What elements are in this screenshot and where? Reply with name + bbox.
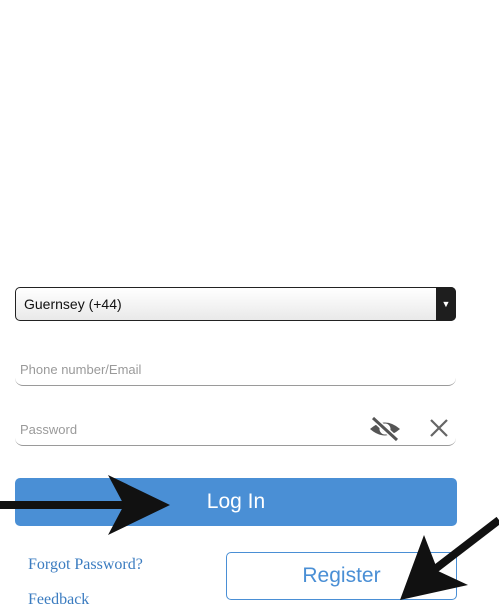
eye-slash-icon[interactable] (368, 416, 402, 442)
password-field[interactable] (15, 410, 456, 446)
phone-email-field[interactable] (15, 350, 456, 386)
login-button[interactable]: Log In (15, 478, 457, 526)
register-button[interactable]: Register (226, 552, 457, 600)
phone-email-input[interactable] (18, 361, 352, 378)
password-input[interactable] (18, 421, 352, 438)
country-code-select[interactable]: Guernsey (+44) ▼ (15, 287, 456, 321)
close-icon[interactable] (426, 415, 452, 441)
dropdown-arrow-icon[interactable]: ▼ (436, 287, 456, 321)
country-code-value: Guernsey (+44) (24, 296, 122, 312)
forgot-password-link[interactable]: Forgot Password? (28, 556, 143, 574)
feedback-link[interactable]: Feedback (28, 591, 89, 609)
